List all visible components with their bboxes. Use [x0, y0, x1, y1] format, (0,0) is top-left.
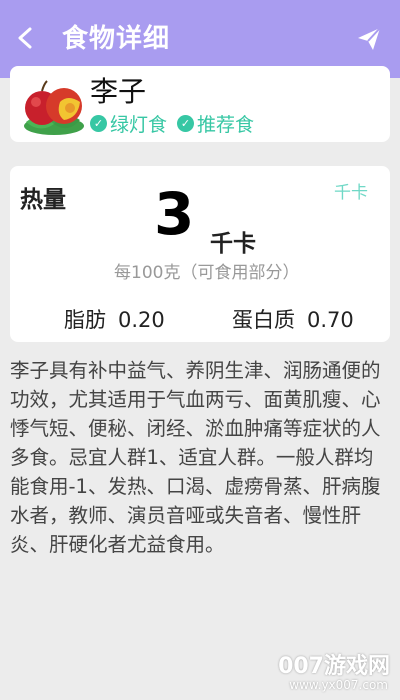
calorie-label: 热量: [20, 187, 66, 213]
food-info-card: 李子 ✓ 绿灯食 ✓ 推荐食: [10, 66, 390, 142]
calorie-card: 热量 千卡 3 千卡 每100克（可食用部分） 脂肪 0.20 蛋白质 0.70: [10, 166, 390, 342]
food-tags: ✓ 绿灯食 ✓ 推荐食: [90, 110, 254, 137]
tag-label: 推荐食: [197, 114, 255, 136]
watermark-url: www.yx007.com: [289, 678, 388, 692]
nutrient-fat: 脂肪 0.20: [64, 304, 165, 334]
check-circle-icon: ✓: [90, 115, 107, 132]
back-arrow-icon[interactable]: [12, 22, 40, 54]
nutrient-protein: 蛋白质 0.70: [232, 304, 354, 334]
watermark-logo: 007游戏网: [278, 654, 390, 679]
nutrient-label: 蛋白质: [232, 308, 295, 332]
nutrient-label: 脂肪: [64, 308, 106, 332]
tag-label: 绿灯食: [110, 114, 168, 136]
calorie-unit: 千卡: [210, 231, 256, 257]
food-name: 李子: [90, 75, 147, 108]
unit-switch-link[interactable]: 千卡: [334, 178, 368, 203]
food-description: 李子具有补中益气、养阴生津、润肠通便的功效，尤其适用于气血两亏、面黄肌瘦、心悸气…: [10, 359, 381, 556]
page-title: 食物详细: [62, 24, 171, 54]
calorie-value: 3: [154, 180, 195, 248]
nutrient-value: 0.20: [118, 308, 165, 332]
nutrient-value: 0.70: [307, 308, 354, 332]
check-circle-icon: ✓: [177, 115, 195, 132]
serving-note: 每100克（可食用部分）: [114, 263, 296, 282]
tag-green-light-food: ✓ 绿灯食: [90, 110, 167, 137]
paper-plane-icon[interactable]: [356, 26, 382, 52]
plum-image: [24, 80, 84, 135]
tag-recommended-food: ✓ 推荐食: [177, 110, 254, 137]
